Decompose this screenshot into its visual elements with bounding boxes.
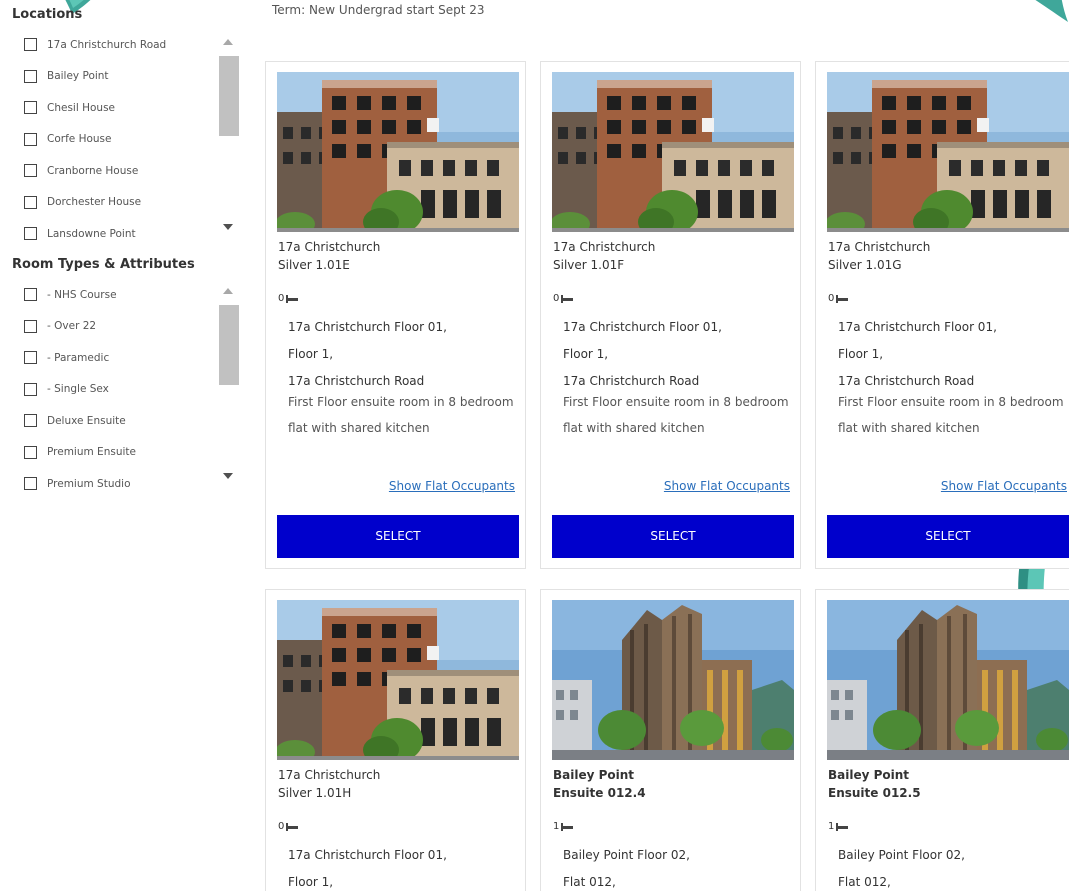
- checkbox[interactable]: [24, 101, 37, 115]
- room-title: 17a Christchurch Silver 1.01F: [553, 240, 656, 272]
- room-type-filter-item[interactable]: - Over 22: [10, 311, 240, 343]
- room-address: 17a Christchurch Floor 01, Floor 1, 17a …: [563, 320, 722, 388]
- scroll-up-icon[interactable]: [223, 288, 233, 294]
- scrollbar-thumb[interactable]: [219, 305, 239, 385]
- select-button[interactable]: SELECT: [552, 515, 794, 558]
- term-label: Term: New Undergrad start Sept 23: [272, 3, 485, 17]
- location-filter-item[interactable]: Lansdowne Point: [10, 218, 240, 244]
- building-photo: [827, 600, 1069, 760]
- checkbox[interactable]: [24, 195, 37, 209]
- room-title: 17a Christchurch Silver 1.01E: [278, 240, 381, 272]
- room-title: Bailey Point Ensuite 012.5: [828, 768, 921, 800]
- locations-list: 17a Christchurch Road Bailey Point Chesi…: [10, 29, 240, 244]
- building-photo: [827, 72, 1069, 232]
- checkbox[interactable]: [24, 477, 37, 491]
- location-filter-item[interactable]: Cranborne House: [10, 155, 240, 187]
- locations-scrollbar[interactable]: [218, 34, 240, 239]
- checkbox[interactable]: [24, 69, 37, 83]
- checkbox[interactable]: [24, 351, 37, 365]
- building-photo: [552, 72, 794, 232]
- location-filter-item[interactable]: Dorchester House: [10, 187, 240, 219]
- room-card: 17a Christchurch Silver 1.01F 0 17a Chri…: [540, 61, 801, 569]
- building-photo: [277, 72, 519, 232]
- scroll-down-icon[interactable]: [223, 473, 233, 479]
- room-type-filter-item[interactable]: Deluxe Ensuite: [10, 405, 240, 437]
- location-filter-item[interactable]: Corfe House: [10, 124, 240, 156]
- bed-icon: [836, 294, 849, 303]
- location-filter-item[interactable]: Bailey Point: [10, 61, 240, 93]
- show-flat-occupants-link[interactable]: Show Flat Occupants: [389, 479, 515, 493]
- beds-count: 0: [278, 821, 299, 832]
- checkbox[interactable]: [24, 288, 37, 302]
- checkbox[interactable]: [24, 445, 37, 459]
- select-button[interactable]: SELECT: [277, 515, 519, 558]
- room-address: 17a Christchurch Floor 01, Floor 1, 17a …: [288, 320, 447, 388]
- scroll-up-icon[interactable]: [223, 39, 233, 45]
- checkbox[interactable]: [24, 132, 37, 146]
- locations-heading: Locations: [12, 7, 83, 22]
- room-title: Bailey Point Ensuite 012.4: [553, 768, 646, 800]
- beds-count: 0: [553, 293, 574, 304]
- room-title: 17a Christchurch Silver 1.01G: [828, 240, 931, 272]
- show-flat-occupants-link[interactable]: Show Flat Occupants: [941, 479, 1067, 493]
- scroll-down-icon[interactable]: [223, 224, 233, 230]
- show-flat-occupants-link[interactable]: Show Flat Occupants: [664, 479, 790, 493]
- bed-icon: [836, 822, 849, 831]
- room-description: First Floor ensuite room in 8 bedroom fl…: [288, 395, 514, 435]
- room-address: 17a Christchurch Floor 01, Floor 1, 17a …: [838, 320, 997, 388]
- checkbox[interactable]: [24, 164, 37, 178]
- checkbox[interactable]: [24, 382, 37, 396]
- room-card: 17a Christchurch Silver 1.01H 0 17a Chri…: [265, 589, 526, 891]
- beds-count: 0: [828, 293, 849, 304]
- select-button[interactable]: SELECT: [827, 515, 1069, 558]
- room-description: First Floor ensuite room in 8 bedroom fl…: [838, 395, 1064, 435]
- scrollbar-thumb[interactable]: [219, 56, 239, 136]
- room-address: Bailey Point Floor 02, Flat 012,: [838, 848, 965, 889]
- room-type-filter-item[interactable]: Premium Studio: [10, 468, 240, 494]
- beds-count: 1: [828, 821, 849, 832]
- beds-count: 0: [278, 293, 299, 304]
- location-filter-item[interactable]: 17a Christchurch Road: [10, 29, 240, 61]
- room-card: 17a Christchurch Silver 1.01G 0 17a Chri…: [815, 61, 1069, 569]
- room-types-list: - NHS Course - Over 22 - Paramedic - Sin…: [10, 279, 240, 494]
- decorative-swoosh-top-right: [1035, 0, 1068, 22]
- room-address: Bailey Point Floor 02, Flat 012,: [563, 848, 690, 889]
- room-types-scrollbar[interactable]: [218, 283, 240, 488]
- bed-icon: [286, 294, 299, 303]
- building-photo: [552, 600, 794, 760]
- room-type-filter-item[interactable]: - Paramedic: [10, 342, 240, 374]
- checkbox[interactable]: [24, 319, 37, 333]
- checkbox[interactable]: [24, 414, 37, 428]
- bed-icon: [286, 822, 299, 831]
- beds-count: 1: [553, 821, 574, 832]
- building-photo: [277, 600, 519, 760]
- room-description: First Floor ensuite room in 8 bedroom fl…: [563, 395, 789, 435]
- room-card: Bailey Point Ensuite 012.4 1 Bailey Poin…: [540, 589, 801, 891]
- room-card: Bailey Point Ensuite 012.5 1 Bailey Poin…: [815, 589, 1069, 891]
- room-type-filter-item[interactable]: - NHS Course: [10, 279, 240, 311]
- checkbox[interactable]: [24, 38, 37, 52]
- room-type-filter-item[interactable]: - Single Sex: [10, 374, 240, 406]
- room-address: 17a Christchurch Floor 01, Floor 1,: [288, 848, 447, 889]
- room-card: 17a Christchurch Silver 1.01E 0 17a Chri…: [265, 61, 526, 569]
- room-type-filter-item[interactable]: Premium Ensuite: [10, 437, 240, 469]
- room-types-heading: Room Types & Attributes: [12, 257, 195, 272]
- bed-icon: [561, 294, 574, 303]
- room-title: 17a Christchurch Silver 1.01H: [278, 768, 381, 800]
- checkbox[interactable]: [24, 227, 37, 241]
- location-filter-item[interactable]: Chesil House: [10, 92, 240, 124]
- bed-icon: [561, 822, 574, 831]
